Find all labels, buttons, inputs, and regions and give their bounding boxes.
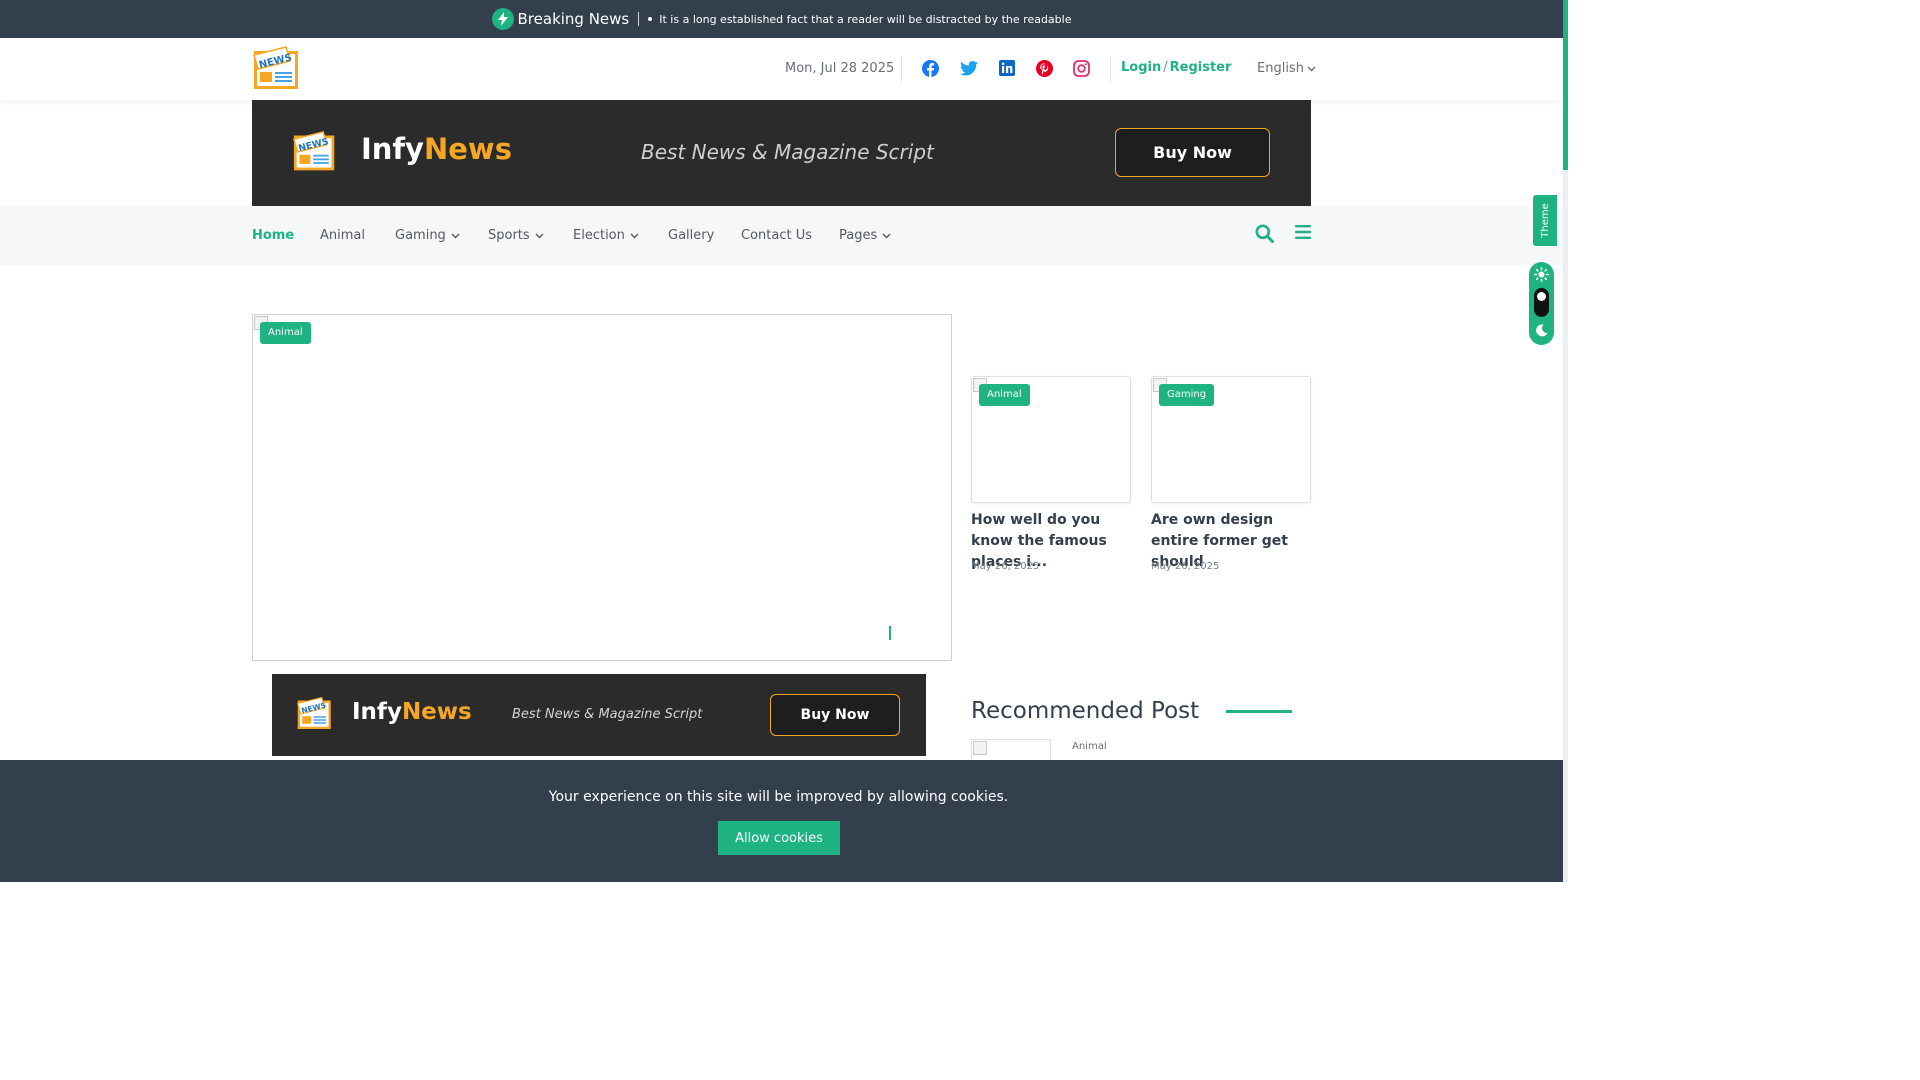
language-selector[interactable]: English (1257, 61, 1316, 76)
register-link[interactable]: Register (1170, 60, 1232, 75)
login-link[interactable]: Login (1121, 60, 1161, 75)
buy-now-button[interactable]: Buy Now (770, 694, 900, 736)
site-logo[interactable]: NEWS (252, 45, 302, 97)
lightning-icon (491, 8, 514, 30)
sun-icon[interactable] (1534, 267, 1549, 282)
banner-logo: NEWS (292, 130, 338, 178)
category-badge[interactable]: Animal (979, 384, 1030, 406)
theme-toggle[interactable] (1529, 262, 1554, 345)
broken-image-icon (973, 741, 987, 755)
theme-switch-track[interactable] (1534, 288, 1549, 317)
main-nav: Home Animal Gaming Sports Election Galle… (0, 206, 1563, 265)
search-icon[interactable] (1255, 224, 1275, 244)
language-label: English (1257, 61, 1304, 76)
hamburger-menu-icon[interactable] (1295, 224, 1315, 244)
divider (1110, 56, 1111, 82)
category-badge[interactable]: Gaming (1159, 384, 1215, 406)
theme-tab-label: Theme (1539, 203, 1551, 238)
chevron-down-icon (882, 233, 891, 238)
article-card-date: May 26, 2025 (1151, 561, 1220, 572)
site-header: NEWS Mon, Jul 28 2025 Login / Register Eng… (0, 38, 1563, 100)
nav-item-pages[interactable]: Pages (839, 228, 891, 243)
facebook-icon[interactable] (921, 59, 939, 77)
banner-tagline: Best News & Magazine Script (512, 707, 703, 722)
divider (638, 12, 640, 26)
banner-tagline: Best News & Magazine Script (641, 140, 934, 164)
linkedin-icon[interactable] (998, 59, 1016, 77)
chevron-down-icon (535, 233, 544, 238)
auth-links: Login / Register (1121, 60, 1231, 75)
chevron-down-icon (630, 233, 639, 238)
bullet-icon (648, 17, 653, 21)
pinterest-icon[interactable] (1035, 59, 1053, 77)
nav-item-gaming[interactable]: Gaming (395, 228, 460, 243)
breaking-news-ticker[interactable]: It is a long established fact that a rea… (659, 13, 1071, 26)
nav-item-sports[interactable]: Sports (488, 228, 544, 243)
auth-separator: / (1163, 60, 1168, 75)
chevron-down-icon (451, 233, 460, 238)
heading-underline (1226, 710, 1292, 713)
nav-item-contact-us[interactable]: Contact Us (741, 228, 812, 243)
cookie-message: Your experience on this site will be imp… (548, 789, 1009, 805)
recommended-post-category[interactable]: Animal (1072, 741, 1107, 752)
banner-brand: InfyNews (361, 132, 512, 166)
banner-brand: InfyNews (352, 699, 472, 725)
article-card-image[interactable]: Animal (971, 376, 1131, 503)
divider (901, 56, 902, 82)
nav-item-gallery[interactable]: Gallery (668, 228, 714, 243)
ad-banner-small[interactable]: NEWS InfyNews Best News & Magazine Scrip… (272, 674, 926, 756)
current-date: Mon, Jul 28 2025 (785, 61, 895, 76)
breaking-news-bar: Breaking News It is a long established f… (0, 0, 1563, 38)
ad-banner[interactable]: NEWS InfyNews Best News & Magazine Scrip… (252, 100, 1311, 206)
nav-item-home[interactable]: Home (252, 228, 294, 243)
moon-icon[interactable] (1535, 324, 1548, 337)
buy-now-button[interactable]: Buy Now (1115, 128, 1270, 177)
twitter-icon[interactable] (960, 59, 978, 77)
banner-logo: NEWS (296, 696, 334, 736)
category-badge[interactable]: Animal (260, 322, 311, 344)
chevron-down-icon (1307, 66, 1316, 71)
recommended-post-heading: Recommended Post (971, 698, 1200, 724)
article-card-date: May 26, 2025 (971, 561, 1040, 572)
scrollbar-thumb[interactable] (1563, 0, 1568, 170)
featured-article[interactable]: Animal (252, 314, 952, 661)
breaking-news-label: Breaking News (517, 10, 630, 28)
page-scrollbar[interactable] (1563, 0, 1568, 882)
nav-item-animal[interactable]: Animal (320, 228, 365, 243)
instagram-icon[interactable] (1072, 59, 1090, 77)
cookie-consent-bar: Your experience on this site will be imp… (0, 760, 1563, 882)
article-card-image[interactable]: Gaming (1151, 376, 1311, 503)
theme-switch-knob[interactable] (1537, 292, 1546, 301)
theme-tab[interactable]: Theme (1533, 195, 1557, 246)
allow-cookies-button[interactable]: Allow cookies (718, 821, 840, 855)
nav-item-election[interactable]: Election (573, 228, 639, 243)
slider-indicator[interactable] (889, 626, 891, 640)
